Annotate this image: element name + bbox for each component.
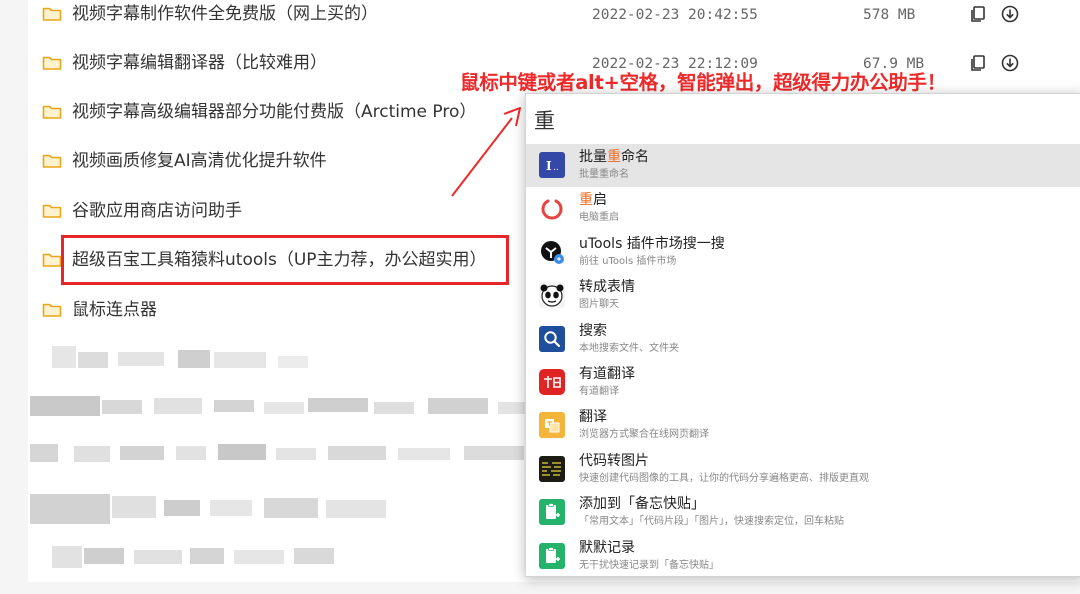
result-desc: 批量重命名 [579,169,629,180]
memo-paste-icon [539,499,565,526]
search-icon [539,325,565,352]
copy-icon[interactable] [968,4,988,24]
highlight-box [61,235,509,285]
result-desc: 图片聊天 [579,299,619,311]
result-desc: 本地搜索文件、文件夹 [579,342,679,354]
result-item-plugin-market[interactable]: uTools 插件市场搜一搜 前往 uTools 插件市场 [526,231,1080,274]
search-box [526,94,1080,144]
folder-icon [42,7,62,21]
result-title: 翻译 [579,409,607,426]
copy-icon[interactable] [968,53,988,73]
file-name[interactable]: 谷歌应用商店访问助手 [72,200,242,222]
search-input[interactable] [534,104,1054,136]
result-item-search[interactable]: 搜索 本地搜索文件、文件夹 [526,318,1080,361]
result-title: 默默记录 [579,539,635,556]
result-title: 搜索 [579,322,607,339]
folder-icon [42,56,62,70]
result-item-restart[interactable]: 重启 电脑重启 [526,187,1080,230]
file-name[interactable]: 视频字幕编辑翻译器（比较难用） [72,52,327,74]
result-desc: 浏览器方式聚合在线网页翻译 [579,429,709,441]
result-item-emoji[interactable]: 转成表情 图片聊天 [526,274,1080,317]
download-icon[interactable] [1000,4,1020,24]
result-title: 添加到「备忘快贴」 [579,496,705,513]
file-date: 2022-02-23 20:42:55 [592,7,758,23]
file-name[interactable]: 视频画质修复AI高清优化提升软件 [72,150,327,172]
translate-icon [539,412,565,439]
result-item-code-image[interactable]: 代码转图片 快速创建代码图像的工具，让你的代码分享遍格更高、排版更直观 [526,448,1080,491]
result-title: 有道翻译 [579,366,635,382]
file-name[interactable]: 鼠标连点器 [72,299,157,321]
arrow-icon [451,107,521,197]
result-item-memo-paste[interactable]: 添加到「备忘快贴」 「常用文本」「代码片段」「图片」，快速搜索定位，回车粘贴 [526,491,1080,534]
result-item-quick-record[interactable]: 默默记录 无干扰快速记录到「备忘快贴」 [526,535,1080,578]
result-desc: 有道翻译 [579,386,619,397]
result-title: 转成表情 [579,279,635,296]
folder-icon [42,253,62,267]
result-desc: 快速创建代码图像的工具，让你的代码分享遍格更高、排版更直观 [579,472,869,484]
download-icon[interactable] [1000,53,1020,73]
utools-popup: I.. 批量重命名 批量重命名 重启 电脑重启 uTools 插件市场搜一搜 前… [525,93,1080,577]
file-name[interactable]: 视频字幕高级编辑器部分功能付费版（Arctime Pro） [72,101,476,123]
result-desc: 电脑重启 [579,212,619,224]
svg-text:..: .. [553,163,559,173]
folder-icon [42,105,62,119]
result-item-youdao[interactable]: 有道翻译 有道翻译 [526,361,1080,404]
result-title: 重启 [579,192,607,209]
restart-icon [539,195,565,221]
svg-text:I: I [546,159,552,173]
file-size: 578 MB [863,7,916,23]
result-title: 批量重命名 [579,149,649,165]
folder-icon [42,204,62,218]
result-desc: 无干扰快速记录到「备忘快贴」 [579,559,719,571]
result-title: uTools 插件市场搜一搜 [579,235,725,252]
file-row[interactable]: 视频字幕制作软件全免费版（网上买的） 2022-02-23 20:42:55 5… [28,0,1080,40]
code-image-icon [539,455,565,482]
emoji-panda-icon [539,282,565,309]
youdao-icon [539,369,565,395]
result-title: 代码转图片 [579,452,649,469]
file-name[interactable]: 视频字幕制作软件全免费版（网上买的） [72,3,378,25]
result-item-translate[interactable]: 翻译 浏览器方式聚合在线网页翻译 [526,404,1080,447]
folder-icon [42,303,62,317]
quick-record-icon [539,542,565,569]
result-item-batch-rename[interactable]: I.. 批量重命名 批量重命名 [526,144,1080,188]
result-desc: 「常用文本」「代码片段」「图片」，快速搜索定位，回车粘贴 [579,516,844,528]
result-desc: 前往 uTools 插件市场 [579,255,677,267]
batch-rename-icon: I.. [539,152,565,178]
folder-icon [42,154,62,168]
plugin-market-icon [539,239,565,265]
